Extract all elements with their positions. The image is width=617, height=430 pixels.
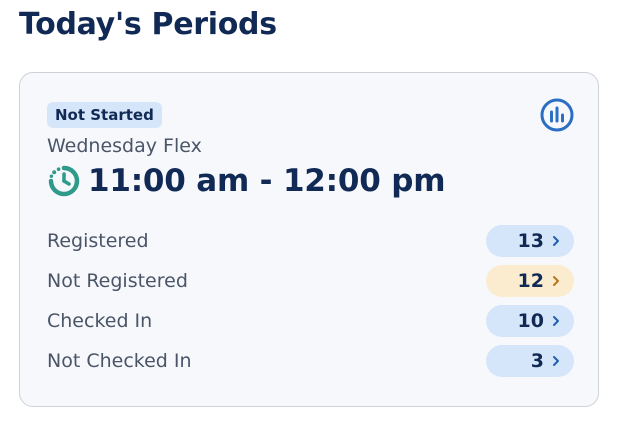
chevron-right-icon [552, 355, 560, 367]
stat-label: Not Checked In [47, 350, 192, 372]
period-card: Not Started Wednesday Flex 11:00 am - 12… [19, 72, 599, 407]
checked-in-count-button[interactable]: 10 [486, 305, 574, 337]
count-value: 10 [517, 310, 544, 332]
stat-label: Not Registered [47, 270, 188, 292]
clock-icon [46, 163, 82, 199]
period-name: Wednesday Flex [47, 135, 202, 157]
chevron-right-icon [552, 235, 560, 247]
stat-row-not-registered: Not Registered 12 [47, 265, 574, 297]
bar-chart-icon [540, 98, 574, 132]
stat-row-registered: Registered 13 [47, 225, 574, 257]
stat-label: Checked In [47, 310, 153, 332]
stats-button[interactable] [540, 98, 574, 132]
status-badge: Not Started [47, 102, 162, 128]
stat-row-checked-in: Checked In 10 [47, 305, 574, 337]
time-range: 11:00 am - 12:00 pm [88, 163, 446, 199]
registered-count-button[interactable]: 13 [486, 225, 574, 257]
chevron-right-icon [552, 275, 560, 287]
count-value: 13 [517, 230, 544, 252]
chevron-right-icon [552, 315, 560, 327]
count-value: 12 [517, 270, 544, 292]
stat-label: Registered [47, 230, 149, 252]
time-row: 11:00 am - 12:00 pm [46, 161, 446, 201]
stat-row-not-checked-in: Not Checked In 3 [47, 345, 574, 377]
not-registered-count-button[interactable]: 12 [486, 265, 574, 297]
not-checked-in-count-button[interactable]: 3 [486, 345, 574, 377]
count-value: 3 [530, 350, 544, 372]
page-title: Today's Periods [19, 7, 277, 42]
